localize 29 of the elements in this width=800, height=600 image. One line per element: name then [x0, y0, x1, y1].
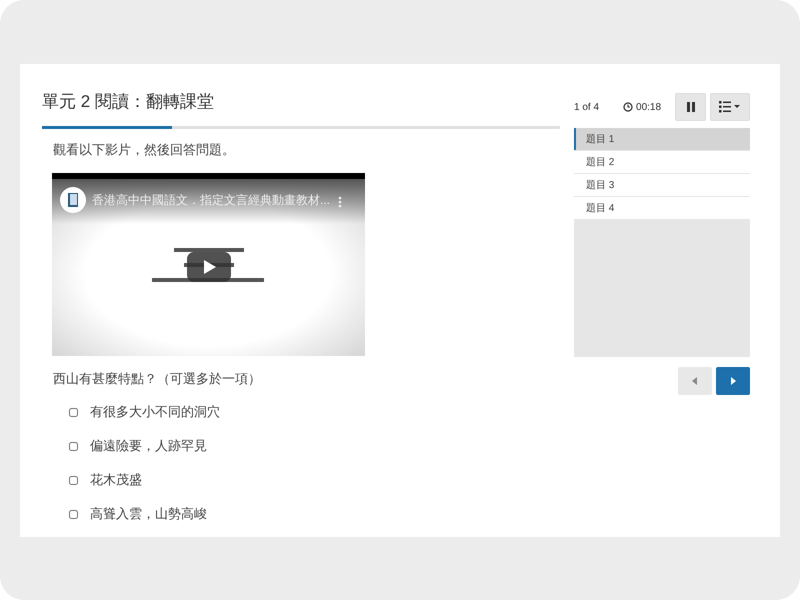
option-checkbox[interactable] [69, 442, 78, 450]
question-list-item[interactable]: 題目 3 [574, 174, 750, 196]
question-text: 西山有甚麼特點？（可選多於一項） [53, 370, 262, 388]
question-list-item[interactable]: 題目 4 [574, 197, 750, 219]
right-arrow-icon [730, 377, 736, 385]
option-label: 有很多大小不同的洞穴 [90, 403, 220, 421]
list-icon [719, 101, 741, 113]
channel-avatar-icon [60, 187, 86, 213]
pause-icon [686, 102, 695, 112]
list-menu-button[interactable] [710, 93, 750, 121]
option-checkbox[interactable] [69, 510, 78, 518]
timer-text: 00:18 [636, 102, 662, 112]
option-label: 花木茂盛 [90, 471, 142, 489]
option-checkbox[interactable] [69, 476, 78, 484]
instruction-text: 觀看以下影片，然後回答問題。 [53, 141, 236, 159]
left-arrow-icon [692, 377, 698, 385]
option-label: 高聳入雲，山勢高峻 [90, 505, 207, 523]
question-list-item[interactable]: 題目 1 [574, 128, 750, 150]
option-checkbox[interactable] [69, 408, 78, 416]
video-title: 香港高中中國語文．指定文言經典動畫教材... [92, 192, 330, 209]
question-counter: 1 of 4 [574, 102, 600, 112]
play-icon[interactable] [187, 252, 231, 282]
pause-button[interactable] [675, 93, 706, 121]
page-title: 單元 2 閱讀：翻轉課堂 [42, 91, 215, 112]
option-label: 偏遠險要，人跡罕見 [90, 437, 207, 455]
more-icon[interactable] [338, 196, 342, 208]
question-list-item[interactable]: 題目 2 [574, 151, 750, 173]
next-button[interactable] [716, 367, 750, 395]
clock-icon [623, 102, 634, 112]
